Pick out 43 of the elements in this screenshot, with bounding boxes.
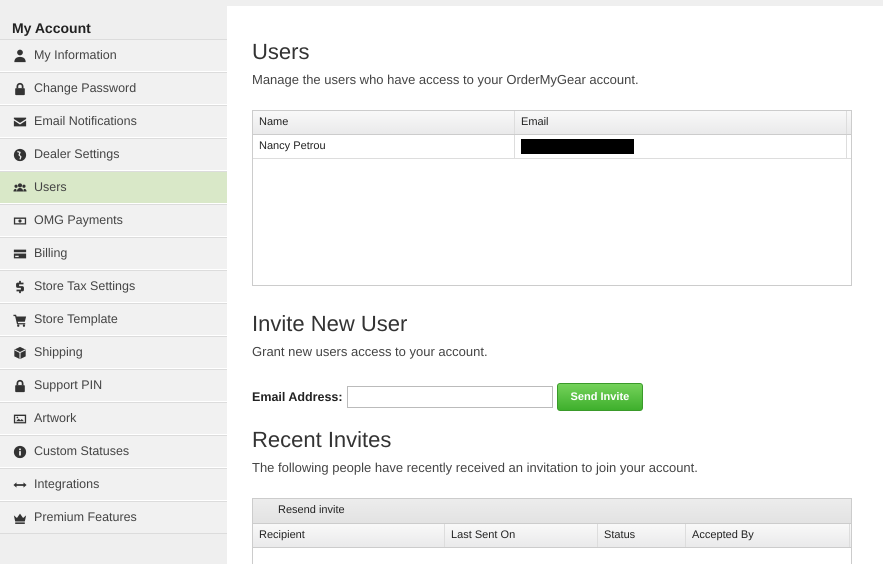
- box-icon: [13, 346, 27, 360]
- sidebar-item[interactable]: Premium Features: [0, 501, 227, 534]
- image-icon: [13, 412, 27, 426]
- lock-icon: [13, 378, 27, 392]
- sidebar-item[interactable]: Store Template: [0, 303, 227, 336]
- resend-invite-button[interactable]: Resend invite: [278, 502, 345, 519]
- sidebar-item[interactable]: Users: [0, 171, 227, 204]
- section-heading: Invite New User: [252, 310, 408, 338]
- column-header: Recipient: [253, 524, 445, 546]
- sidebar-item[interactable]: OMG Payments: [0, 204, 227, 237]
- table-cell: Nancy Petrou: [253, 134, 515, 158]
- section-description: Grant new users access to your account.: [252, 342, 489, 361]
- sidebar-item[interactable]: Change Password: [0, 72, 227, 105]
- people-icon: [13, 180, 27, 194]
- sidebar-item[interactable]: Email Notifications: [0, 105, 227, 138]
- column-header: Email: [515, 110, 847, 134]
- column-header: Accepted By: [686, 524, 850, 546]
- info-icon: [13, 444, 27, 458]
- envelope-icon: [13, 114, 27, 128]
- sidebar-item[interactable]: Store Tax Settings: [0, 270, 227, 303]
- section-heading: Users: [252, 38, 310, 66]
- sidebar-item[interactable]: Billing: [0, 237, 227, 270]
- section-heading: Recent Invites: [252, 426, 392, 454]
- email-input[interactable]: [346, 386, 553, 408]
- section-description: The following people have recently received an invitation to join your account.: [252, 459, 699, 477]
- sidebar-item[interactable]: My Information: [0, 39, 227, 72]
- column-header: Status: [598, 524, 686, 546]
- sidebar-item[interactable]: Support PIN: [0, 369, 227, 402]
- column-header: Name: [253, 110, 515, 134]
- sidebar-item[interactable]: Artwork: [0, 402, 227, 435]
- lock-icon: [13, 82, 27, 96]
- cart-icon: [13, 312, 27, 326]
- section-description: Manage the users who have access to your OrderMyGear account.: [252, 71, 640, 89]
- field-label: Email Address:: [252, 388, 343, 406]
- sidebar-item[interactable]: Shipping: [0, 336, 227, 369]
- person-icon: [13, 48, 27, 62]
- sidebar-item[interactable]: Dealer Settings: [0, 138, 227, 171]
- credit-card-icon: [13, 246, 27, 260]
- column-header: Last Sent On: [445, 524, 598, 546]
- sidebar-item[interactable]: Custom Statuses: [0, 435, 227, 468]
- dollar-icon: [13, 280, 27, 294]
- sidebar-item[interactable]: Integrations: [0, 468, 227, 501]
- sidebar-title: My Account: [11, 20, 92, 36]
